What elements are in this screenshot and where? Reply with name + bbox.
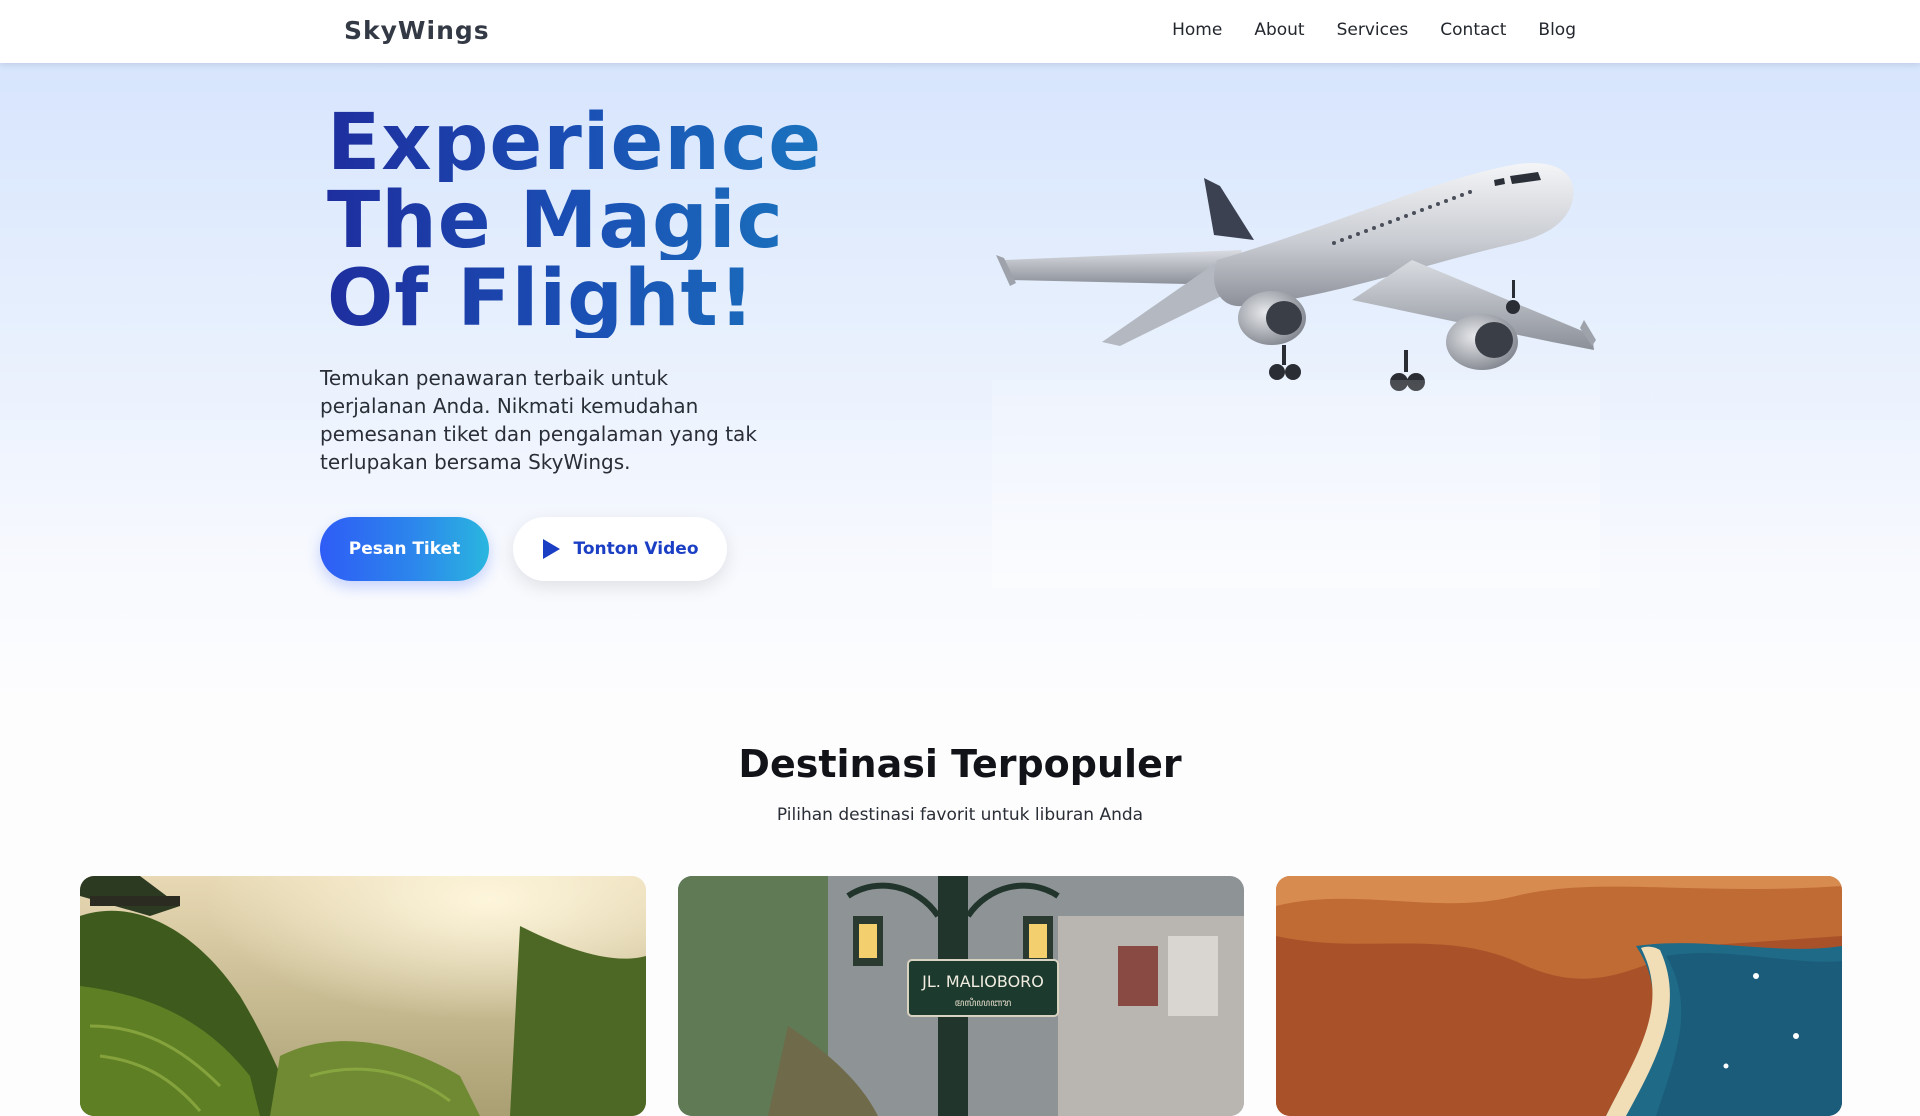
watch-video-label: Tonton Video <box>573 539 699 559</box>
play-icon <box>543 539 561 559</box>
destination-card-island-coast[interactable] <box>1276 876 1842 1116</box>
watch-video-button[interactable]: Tonton Video <box>513 517 727 581</box>
airplane-image-fade <box>992 380 1600 588</box>
rice-terraces-image <box>80 876 646 1116</box>
book-ticket-button[interactable]: Pesan Tiket <box>320 517 489 581</box>
nav-link-about[interactable]: About <box>1254 20 1304 40</box>
nav-link-services[interactable]: Services <box>1337 20 1409 40</box>
hero-title-line-3: Of Flight! <box>327 260 887 338</box>
malioboro-sign-subtext: ꦩꦭꦶꦪꦧꦫ <box>955 997 1012 1009</box>
nav-link-home[interactable]: Home <box>1172 20 1222 40</box>
hero-title-line-1: Experience <box>327 104 887 182</box>
destinations-title: Destinasi Terpopuler <box>738 742 1182 786</box>
airplane-image <box>992 110 1600 588</box>
hero-title: Experience The Magic Of Flight! <box>327 104 887 338</box>
malioboro-street-image: JL. MALIOBORO ꦩꦭꦶꦪꦧꦫ <box>678 876 1244 1116</box>
island-coast-image <box>1276 876 1842 1116</box>
hero-subtitle: Temukan penawaran terbaik untuk perjalan… <box>320 366 757 474</box>
nav-link-contact[interactable]: Contact <box>1440 20 1506 40</box>
nav-link-blog[interactable]: Blog <box>1538 20 1576 40</box>
nav-links: Home About Services Contact Blog <box>1172 20 1576 40</box>
destination-card-malioboro[interactable]: JL. MALIOBORO ꦩꦭꦶꦪꦧꦫ <box>678 876 1244 1116</box>
hero-background <box>0 0 1920 700</box>
destinations-subtitle: Pilihan destinasi favorit untuk liburan … <box>776 805 1144 825</box>
destination-card-rice-terraces[interactable] <box>80 876 646 1116</box>
malioboro-sign-text: JL. MALIOBORO <box>921 972 1044 991</box>
hero-title-line-2: The Magic <box>327 182 887 260</box>
brand-logo[interactable]: SkyWings <box>344 16 490 45</box>
navbar: SkyWings Home About Services Contact Blo… <box>0 0 1920 63</box>
